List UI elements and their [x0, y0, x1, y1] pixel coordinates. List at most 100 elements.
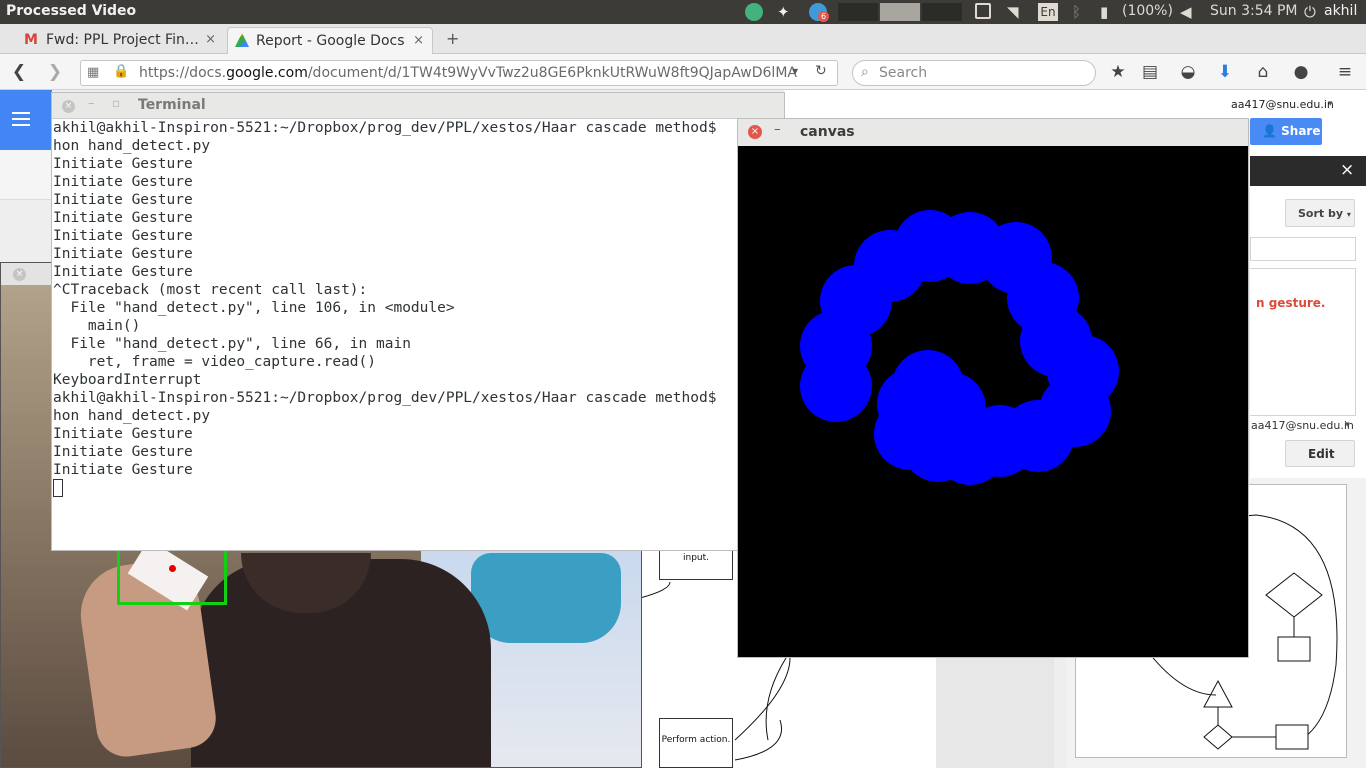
home-icon[interactable]: ⌂	[1252, 62, 1274, 82]
search-input[interactable]: ⌕ Search	[852, 60, 1096, 86]
url-domain: google.com	[226, 65, 308, 81]
tab-label: Fwd: PPL Project Fin…	[46, 32, 199, 48]
terminal-line: Initiate Gesture	[53, 174, 193, 190]
canvas-title: canvas	[800, 124, 855, 140]
close-window-icon[interactable]: ×	[748, 125, 762, 139]
tab-google-docs[interactable]: Report - Google Docs ×	[227, 27, 433, 54]
terminal-line: Initiate Gesture	[53, 246, 193, 262]
new-tab-button[interactable]: +	[446, 29, 459, 48]
menu-icon[interactable]: ≡	[1334, 62, 1356, 82]
terminal-line: Initiate Gesture	[53, 444, 193, 460]
terminal-output[interactable]: akhil@akhil-Inspiron-5521:~/Dropbox/prog…	[52, 119, 784, 550]
close-window-icon[interactable]: ×	[13, 268, 26, 281]
search-placeholder: Search	[879, 65, 928, 81]
terminal-cursor	[53, 479, 784, 497]
docs-menu-button[interactable]	[0, 90, 52, 150]
terminal-line: hon hand_detect.py	[53, 408, 211, 424]
user-name[interactable]: akhil	[1324, 3, 1357, 19]
reading-list-icon[interactable]: ▤	[1139, 62, 1161, 82]
bluetooth-icon[interactable]: ᛒ	[1072, 3, 1090, 21]
comment-account: aa417@snu.edu.in	[1251, 419, 1354, 432]
comment-text: n gesture.	[1256, 296, 1326, 310]
reload-icon[interactable]: ↻	[815, 63, 827, 79]
chat-icon[interactable]: ●	[1290, 62, 1312, 82]
notification-badge: 6	[818, 11, 829, 22]
volume-icon[interactable]: ◀	[1180, 3, 1198, 21]
drawing-canvas[interactable]	[738, 146, 1248, 657]
battery-icon[interactable]: ▮	[1100, 3, 1118, 21]
terminal-line: Initiate Gesture	[53, 192, 193, 208]
url-bar[interactable]: ▦ 🔒 https://docs.google.com/document/d/1…	[80, 60, 838, 86]
active-app-title: Processed Video	[6, 3, 137, 19]
power-icon[interactable]: ⏻	[1304, 3, 1322, 21]
terminal-line: ret, frame = video_capture.read()	[53, 354, 377, 370]
close-tab-icon[interactable]: ×	[413, 33, 424, 48]
close-tab-icon[interactable]: ×	[205, 32, 216, 47]
terminal-line: KeyboardInterrupt	[53, 372, 202, 388]
terminal-line: Initiate Gesture	[53, 426, 193, 442]
dropbox-icon[interactable]: ✦	[777, 3, 795, 21]
sync-icon[interactable]	[745, 3, 763, 21]
terminal-titlebar[interactable]: × – ▫ Terminal	[52, 93, 784, 119]
tab-label: Report - Google Docs	[256, 33, 405, 49]
chip-icon[interactable]	[975, 3, 991, 19]
terminal-window[interactable]: × – ▫ Terminal akhil@akhil-Inspiron-5521…	[51, 92, 785, 551]
back-icon[interactable]: ❮	[8, 62, 30, 82]
close-panel-icon[interactable]: ×	[1340, 160, 1354, 180]
terminal-line: main()	[53, 318, 141, 334]
system-top-panel: Processed Video ✦ 6 ◥ En ᛒ ▮ (100%) ◀ Su…	[0, 0, 1366, 24]
minimize-window-icon[interactable]: –	[88, 96, 95, 111]
terminal-line: Initiate Gesture	[53, 210, 193, 226]
minimize-window-icon[interactable]: –	[774, 122, 781, 137]
forward-icon[interactable]: ❯	[44, 62, 66, 82]
chevron-down-icon: ▾	[1346, 210, 1351, 219]
terminal-line: Initiate Gesture	[53, 462, 193, 478]
page-info-icon[interactable]: ▦	[87, 65, 99, 80]
terminal-line: ^CTraceback (most recent call last):	[53, 282, 368, 298]
url-path: /document/d/1TW4t9WyVvTwz2u8GE6PknkUtRWu…	[307, 65, 797, 81]
account-dropdown-icon[interactable]: ▾	[1328, 99, 1333, 109]
wifi-icon[interactable]: ◥	[1007, 3, 1025, 21]
terminal-line: akhil@akhil-Inspiron-5521:~/Dropbox/prog…	[53, 390, 717, 406]
terminal-line: Initiate Gesture	[53, 228, 193, 244]
comment-menu-icon[interactable]: ▾	[1345, 420, 1350, 430]
url-prefix: https://docs.	[139, 65, 227, 81]
canvas-titlebar[interactable]: × – canvas	[738, 119, 1248, 146]
close-window-icon[interactable]: ×	[62, 100, 75, 113]
terminal-line: File "hand_detect.py", line 106, in <mod…	[53, 300, 455, 316]
battery-percentage[interactable]: (100%)	[1122, 3, 1173, 19]
downloads-icon[interactable]: ⬇	[1214, 62, 1236, 82]
terminal-line: File "hand_detect.py", line 66, in main	[53, 336, 411, 352]
edit-button[interactable]: Edit	[1285, 440, 1355, 467]
account-email[interactable]: aa417@snu.edu.in	[1231, 98, 1334, 111]
bookmark-star-icon[interactable]: ★	[1107, 62, 1129, 82]
gesture-stroke	[800, 210, 1119, 485]
terminal-line: hon hand_detect.py	[53, 138, 211, 154]
telegram-icon[interactable]: 6	[809, 3, 829, 22]
comment-card[interactable]: n gesture.	[1250, 268, 1356, 416]
comments-header: ×	[1250, 156, 1366, 186]
url-dropdown-icon[interactable]: ▾	[792, 64, 798, 78]
sort-by-button[interactable]: Sort by ▾	[1285, 199, 1355, 227]
network-graph	[922, 3, 962, 21]
tab-gmail[interactable]: M Fwd: PPL Project Fin… ×	[18, 27, 224, 54]
pocket-icon[interactable]: ◒	[1177, 62, 1199, 82]
cpu-graph	[838, 3, 878, 21]
maximize-window-icon[interactable]: ▫	[112, 96, 120, 110]
share-icon: 👤	[1262, 124, 1277, 138]
search-icon: ⌕	[861, 64, 869, 80]
canvas-window[interactable]: × – canvas	[737, 118, 1249, 658]
terminal-title: Terminal	[138, 97, 206, 113]
detection-bounding-box	[117, 545, 227, 605]
sort-by-label: Sort by	[1298, 207, 1344, 220]
docs-header-area	[784, 90, 1250, 120]
stroke-point	[892, 350, 964, 422]
gmail-icon: M	[24, 32, 38, 48]
docs-list-icon	[12, 112, 30, 126]
google-drive-icon	[235, 33, 249, 47]
keyboard-layout-indicator[interactable]: En	[1038, 3, 1058, 21]
comment-filter-input[interactable]	[1250, 237, 1356, 261]
docs-toolbar-strip	[0, 150, 52, 200]
clock[interactable]: Sun 3:54 PM	[1210, 3, 1298, 19]
share-button[interactable]: 👤 Share	[1250, 118, 1322, 145]
